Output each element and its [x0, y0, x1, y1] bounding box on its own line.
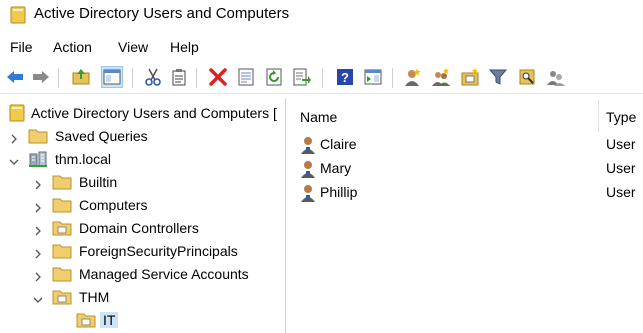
user-name: Phillip [320, 184, 358, 200]
result-list: Name Type Claire User Mary User Phillip … [288, 98, 643, 333]
delete-icon[interactable] [207, 66, 229, 88]
user-name: Claire [320, 136, 357, 152]
tree-node-thm-local[interactable]: thm.local [0, 148, 285, 171]
toolbar-separator [196, 68, 197, 88]
folder-icon [52, 242, 72, 260]
folder-icon [52, 173, 72, 191]
tree-node-it[interactable]: IT [0, 309, 285, 332]
tree-node-foreign-security-principals[interactable]: ForeignSecurityPrincipals [0, 240, 285, 263]
domain-icon [28, 150, 48, 168]
new-user-icon[interactable] [402, 66, 424, 88]
chevron-right-icon[interactable] [33, 200, 43, 213]
tree-node-aduc-root[interactable]: Active Directory Users and Computers [ [0, 102, 285, 125]
chevron-right-icon[interactable] [9, 131, 19, 144]
tree-node-builtin[interactable]: Builtin [0, 171, 285, 194]
column-divider[interactable] [598, 100, 599, 132]
folder-icon [52, 196, 72, 214]
column-header-name[interactable]: Name [300, 109, 337, 125]
show-action-pane-icon[interactable] [362, 66, 384, 88]
chevron-right-icon[interactable] [33, 223, 43, 236]
copy-icon[interactable] [168, 66, 190, 88]
svg-text:?: ? [341, 70, 349, 85]
tree-node-managed-service-accounts[interactable]: Managed Service Accounts [0, 263, 285, 286]
title-bar: Active Directory Users and Computers [0, 0, 643, 32]
toolbar-separator [132, 68, 133, 88]
list-item[interactable]: Phillip User [288, 181, 643, 205]
chevron-right-icon[interactable] [33, 269, 43, 282]
tree-node-domain-controllers[interactable]: Domain Controllers [0, 217, 285, 240]
tree-node-label: Computers [79, 197, 148, 213]
folder-icon [52, 265, 72, 283]
show-console-tree-icon[interactable] [101, 66, 123, 88]
user-type: User [606, 184, 636, 200]
menu-action[interactable]: Action [53, 38, 92, 56]
new-ou-icon[interactable] [459, 66, 481, 88]
chevron-down-icon[interactable] [33, 292, 43, 303]
export-list-icon[interactable] [291, 66, 313, 88]
tree-node-thm[interactable]: THM [0, 286, 285, 309]
user-name: Mary [320, 160, 352, 176]
user-type: User [606, 136, 636, 152]
tree-node-saved-queries[interactable]: Saved Queries [0, 125, 285, 148]
console-tree: Active Directory Users and Computers [ S… [0, 98, 286, 333]
window-title: Active Directory Users and Computers [34, 5, 290, 22]
user-type: User [606, 160, 636, 176]
ou-folder-icon [52, 219, 72, 237]
tree-node-computers[interactable]: Computers [0, 194, 285, 217]
tree-node-label: IT [100, 312, 119, 328]
chevron-down-icon[interactable] [9, 154, 19, 165]
user-icon [300, 159, 318, 179]
folder-icon [28, 127, 48, 145]
chevron-right-icon[interactable] [33, 246, 43, 259]
user-icon [300, 183, 318, 203]
toolbar: ? [0, 62, 643, 94]
help-icon[interactable]: ? [334, 66, 356, 88]
user-icon [300, 135, 318, 155]
refresh-icon[interactable] [263, 66, 285, 88]
list-header: Name Type [288, 98, 643, 134]
ou-folder-icon [76, 311, 96, 329]
tree-node-label: thm.local [55, 151, 112, 167]
toolbar-separator [392, 68, 393, 88]
column-header-type[interactable]: Type [606, 109, 636, 125]
tree-node-label: Saved Queries [55, 128, 148, 144]
delegate-control-icon[interactable] [545, 66, 567, 88]
tree-node-label: Active Directory Users and Computers [ [31, 105, 277, 121]
list-item[interactable]: Mary User [288, 157, 643, 181]
menu-view[interactable]: View [118, 38, 148, 56]
ou-folder-icon [52, 288, 72, 306]
up-folder-icon[interactable] [70, 66, 92, 88]
menu-help[interactable]: Help [170, 38, 199, 56]
list-item[interactable]: Claire User [288, 133, 643, 157]
aduc-app-icon [10, 6, 26, 24]
back-arrow-icon[interactable] [4, 66, 26, 88]
cut-icon[interactable] [142, 66, 164, 88]
menu-file[interactable]: File [10, 38, 33, 56]
filter-icon[interactable] [487, 66, 509, 88]
toolbar-separator [58, 68, 59, 88]
tree-node-label: Managed Service Accounts [79, 266, 249, 282]
forward-arrow-icon[interactable] [30, 66, 52, 88]
tree-node-label: THM [79, 289, 110, 305]
properties-icon[interactable] [235, 66, 257, 88]
aduc-icon [8, 104, 28, 122]
tree-node-label: Domain Controllers [79, 220, 199, 236]
tree-node-label: Builtin [79, 174, 118, 190]
chevron-right-icon[interactable] [33, 177, 43, 190]
menu-bar: File Action View Help [0, 38, 643, 60]
tree-node-label: ForeignSecurityPrincipals [79, 243, 238, 259]
find-icon[interactable] [516, 66, 538, 88]
toolbar-separator [322, 68, 323, 88]
new-group-icon[interactable] [430, 66, 452, 88]
